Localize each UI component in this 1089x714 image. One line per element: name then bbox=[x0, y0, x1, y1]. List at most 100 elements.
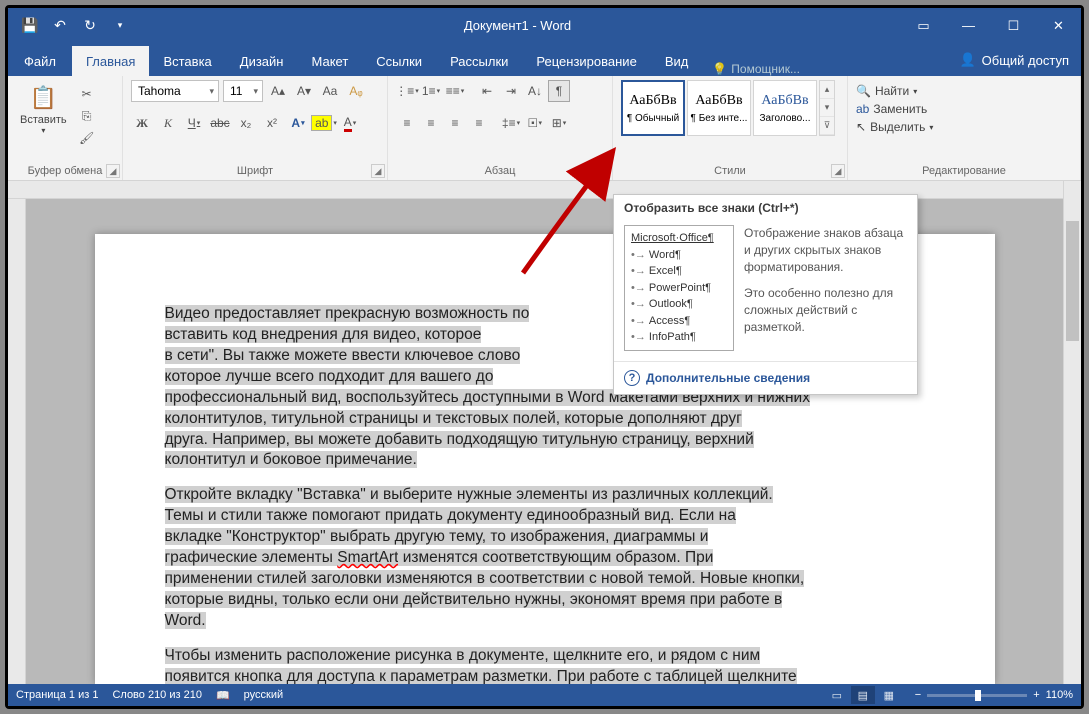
tab-references[interactable]: Ссылки bbox=[362, 46, 436, 76]
styles-dialog-launcher[interactable]: ◢ bbox=[831, 164, 845, 178]
clear-formatting-button[interactable]: Aᵩ bbox=[345, 80, 367, 102]
paragraph-3[interactable]: Чтобы изменить расположение рисунка в до… bbox=[165, 646, 925, 684]
style-no-spacing[interactable]: АаБбВв ¶ Без инте... bbox=[687, 80, 751, 136]
clipboard-icon: 📋 bbox=[27, 82, 59, 114]
justify-button[interactable]: ≡ bbox=[468, 112, 490, 134]
font-face-combo[interactable]: Tahoma bbox=[131, 80, 219, 102]
zoom-level[interactable]: 110% bbox=[1046, 689, 1073, 701]
screentip-tell-more[interactable]: ? Дополнительные сведения bbox=[614, 361, 917, 394]
group-font: Tahoma 11 A▴ A▾ Aa Aᵩ Ж К Ч abc x₂ x² A … bbox=[123, 76, 388, 180]
status-words[interactable]: Слово 210 из 210 bbox=[112, 689, 202, 701]
group-paragraph: ⋮≡ 1≡ ≡≡ ⇤ ⇥ A↓ ¶ ≡ ≡ ≡ ≡ ‡≡ 🞔 bbox=[388, 76, 613, 180]
group-styles: АаБбВв ¶ Обычный АаБбВв ¶ Без инте... Аа… bbox=[613, 76, 848, 180]
line-spacing-button[interactable]: ‡≡ bbox=[500, 112, 522, 134]
status-spellcheck-icon[interactable]: 📖 bbox=[216, 689, 230, 702]
redo-icon[interactable]: ↻ bbox=[76, 12, 104, 40]
shading-button[interactable]: 🞔 bbox=[524, 112, 546, 134]
group-label-clipboard: Буфер обмена bbox=[16, 162, 114, 178]
shrink-font-button[interactable]: A▾ bbox=[293, 80, 315, 102]
text-effects-button[interactable]: A bbox=[287, 112, 309, 134]
tab-design[interactable]: Дизайн bbox=[226, 46, 298, 76]
italic-button[interactable]: К bbox=[157, 112, 179, 134]
save-icon[interactable]: 💾 bbox=[16, 12, 44, 40]
font-size-combo[interactable]: 11 bbox=[223, 80, 263, 102]
bullets-button[interactable]: ⋮≡ bbox=[396, 80, 418, 102]
group-clipboard: 📋 Вставить ▾ ✂ ⎘ 🖌 Буфер обмена ◢ bbox=[8, 76, 123, 180]
vertical-ruler[interactable] bbox=[8, 199, 26, 684]
share-icon: 👤 bbox=[959, 52, 975, 68]
bold-button[interactable]: Ж bbox=[131, 112, 153, 134]
view-read-mode[interactable]: ▭ bbox=[825, 686, 849, 704]
qat-customize-icon[interactable]: ▾ bbox=[106, 12, 134, 40]
search-icon: 🔍 bbox=[856, 84, 871, 98]
increase-indent-button[interactable]: ⇥ bbox=[500, 80, 522, 102]
undo-icon[interactable]: ↶ bbox=[46, 12, 74, 40]
style-gallery-nav[interactable]: ▴ ▾ ⊽ bbox=[819, 80, 835, 136]
clipboard-dialog-launcher[interactable]: ◢ bbox=[106, 164, 120, 178]
subscript-button[interactable]: x₂ bbox=[235, 112, 257, 134]
highlight-button[interactable]: ab bbox=[313, 112, 335, 134]
grow-font-button[interactable]: A▴ bbox=[267, 80, 289, 102]
numbering-button[interactable]: 1≡ bbox=[420, 80, 442, 102]
multilevel-button[interactable]: ≡≡ bbox=[444, 80, 466, 102]
select-button[interactable]: ↖Выделить▾ bbox=[856, 120, 933, 134]
superscript-button[interactable]: x² bbox=[261, 112, 283, 134]
zoom-out-button[interactable]: − bbox=[915, 689, 921, 701]
change-case-button[interactable]: Aa bbox=[319, 80, 341, 102]
align-right-button[interactable]: ≡ bbox=[444, 112, 466, 134]
tab-layout[interactable]: Макет bbox=[297, 46, 362, 76]
vertical-scrollbar[interactable] bbox=[1063, 181, 1081, 684]
font-color-button[interactable]: A bbox=[339, 112, 361, 134]
signin-link[interactable] bbox=[920, 46, 947, 76]
style-heading1[interactable]: АаБбВв Заголово... bbox=[753, 80, 817, 136]
strikethrough-button[interactable]: abc bbox=[209, 112, 231, 134]
tab-insert[interactable]: Вставка bbox=[149, 46, 225, 76]
ribbon: 📋 Вставить ▾ ✂ ⎘ 🖌 Буфер обмена ◢ Tahoma… bbox=[8, 76, 1081, 181]
zoom-slider[interactable] bbox=[927, 694, 1027, 697]
font-dialog-launcher[interactable]: ◢ bbox=[371, 164, 385, 178]
minimize-button[interactable]: — bbox=[946, 8, 991, 43]
find-button[interactable]: 🔍Найти▾ bbox=[856, 84, 933, 98]
view-web-layout[interactable]: ▦ bbox=[877, 686, 901, 704]
ribbon-options-icon[interactable]: ▭ bbox=[901, 8, 946, 43]
show-hide-button[interactable]: ¶ bbox=[548, 80, 570, 102]
tab-view[interactable]: Вид bbox=[651, 46, 703, 76]
tab-mailings[interactable]: Рассылки bbox=[436, 46, 522, 76]
scrollbar-thumb[interactable] bbox=[1066, 221, 1079, 341]
group-label-styles: Стили bbox=[621, 162, 839, 178]
help-icon: ? bbox=[624, 370, 640, 386]
group-label-editing: Редактирование bbox=[856, 162, 1072, 178]
status-page[interactable]: Страница 1 из 1 bbox=[16, 689, 98, 701]
tab-review[interactable]: Рецензирование bbox=[522, 46, 650, 76]
close-button[interactable]: ✕ bbox=[1036, 8, 1081, 43]
document-workspace: Видео предоставляет прекрасную возможнос… bbox=[8, 181, 1081, 684]
paragraph-2[interactable]: Откройте вкладку "Вставка" и выберите ну… bbox=[165, 485, 925, 631]
replace-button[interactable]: abЗаменить bbox=[856, 102, 933, 116]
paragraph-dialog-launcher[interactable]: ◢ bbox=[596, 164, 610, 178]
style-more-icon[interactable]: ⊽ bbox=[820, 117, 834, 135]
zoom-in-button[interactable]: + bbox=[1033, 689, 1039, 701]
align-center-button[interactable]: ≡ bbox=[420, 112, 442, 134]
maximize-button[interactable]: ☐ bbox=[991, 8, 1036, 43]
align-left-button[interactable]: ≡ bbox=[396, 112, 418, 134]
decrease-indent-button[interactable]: ⇤ bbox=[476, 80, 498, 102]
view-print-layout[interactable]: ▤ bbox=[851, 686, 875, 704]
tab-file[interactable]: Файл bbox=[8, 46, 72, 76]
cut-icon[interactable]: ✂ bbox=[77, 84, 97, 104]
style-up-icon[interactable]: ▴ bbox=[820, 81, 834, 99]
copy-icon[interactable]: ⎘ bbox=[77, 106, 97, 126]
group-editing: 🔍Найти▾ abЗаменить ↖Выделить▾ Редактиров… bbox=[848, 76, 1081, 180]
screentip-sample: Microsoft·Office¶ •→ Word¶ •→ Excel¶ •→ … bbox=[624, 225, 734, 351]
tab-home[interactable]: Главная bbox=[72, 46, 149, 76]
style-normal[interactable]: АаБбВв ¶ Обычный bbox=[621, 80, 685, 136]
borders-button[interactable]: ⊞ bbox=[548, 112, 570, 134]
paste-button[interactable]: 📋 Вставить ▾ bbox=[16, 80, 71, 137]
share-button[interactable]: 👤 Общий доступ bbox=[947, 44, 1081, 76]
underline-button[interactable]: Ч bbox=[183, 112, 205, 134]
style-down-icon[interactable]: ▾ bbox=[820, 99, 834, 117]
status-language[interactable]: русский bbox=[244, 689, 283, 701]
group-label-paragraph: Абзац bbox=[396, 162, 604, 178]
tell-me-search[interactable]: 💡 Помощник... bbox=[702, 62, 810, 76]
sort-button[interactable]: A↓ bbox=[524, 80, 546, 102]
format-painter-icon[interactable]: 🖌 bbox=[77, 128, 97, 148]
